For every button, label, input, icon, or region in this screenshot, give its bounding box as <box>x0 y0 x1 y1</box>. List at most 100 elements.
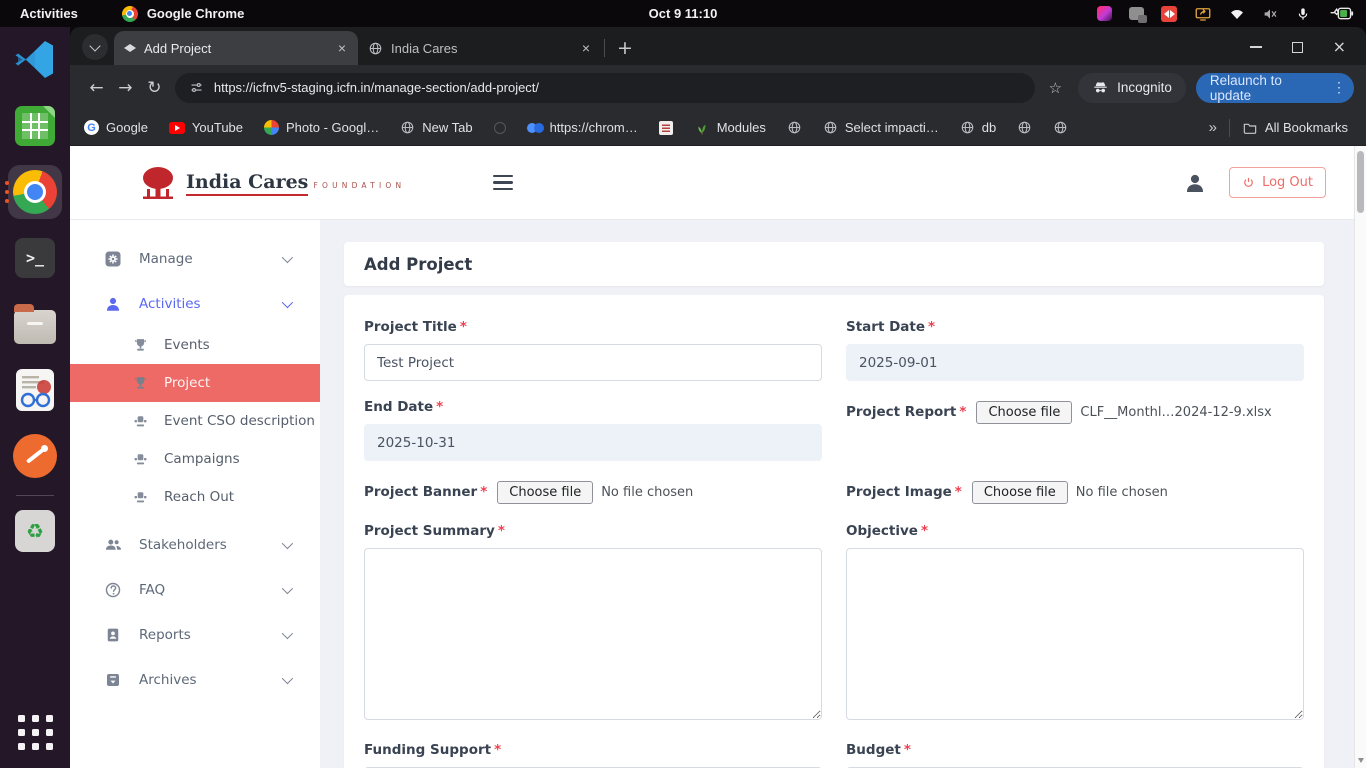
screen-share-icon[interactable] <box>1194 5 1212 23</box>
bookmark-star-icon[interactable]: ☆ <box>1049 79 1062 97</box>
project-banner-choose-file-button[interactable]: Choose file <box>497 481 593 504</box>
chevron-down-icon <box>282 582 293 593</box>
postman-icon <box>13 434 57 478</box>
logo-title: India Cares <box>186 171 308 196</box>
bookmark-select-impact[interactable]: Select impacti… <box>823 120 939 135</box>
project-title-label: Project Title* <box>364 319 822 335</box>
project-image-choose-file-button[interactable]: Choose file <box>972 481 1068 504</box>
restore-button[interactable] <box>1292 42 1303 53</box>
dock-files[interactable] <box>0 291 70 357</box>
system-tray <box>1097 5 1354 23</box>
bookmark-db[interactable]: db <box>960 120 996 135</box>
objective-textarea[interactable] <box>846 548 1304 720</box>
bookmark-modules[interactable]: Modules <box>694 120 766 136</box>
muted-speaker-icon[interactable] <box>1262 6 1278 22</box>
sidebar-item-reports[interactable]: Reports <box>70 612 320 657</box>
chevron-down-icon <box>89 40 100 51</box>
sidebar-item-activities[interactable]: Activities <box>70 281 320 326</box>
globe-icon <box>1053 120 1068 135</box>
focused-app-indicator[interactable]: Google Chrome <box>122 6 245 22</box>
objective-label: Objective* <box>846 523 1304 539</box>
end-date-input[interactable] <box>364 424 822 461</box>
relaunch-to-update-button[interactable]: Relaunch to update ⋮ <box>1196 73 1354 103</box>
files-icon <box>14 310 56 344</box>
sidebar-item-faq[interactable]: FAQ <box>70 567 320 612</box>
url-text: https://icfnv5-staging.icfn.in/manage-se… <box>214 80 539 95</box>
link-icon <box>527 123 543 133</box>
microphone-icon[interactable] <box>1295 6 1311 22</box>
logout-button[interactable]: Log Out <box>1229 167 1326 198</box>
clock[interactable]: Oct 9 11:10 <box>649 6 718 21</box>
reload-button[interactable]: ↻ <box>140 78 169 98</box>
remote-desktop-icon[interactable] <box>1161 6 1177 22</box>
chrome-icon <box>122 6 138 22</box>
bookmark-google[interactable]: GGoogle <box>84 120 148 135</box>
tab-search-button[interactable] <box>82 34 108 60</box>
tab-title: Add Project <box>144 41 326 56</box>
project-title-input[interactable] <box>364 344 822 381</box>
tab-add-project[interactable]: Add Project × <box>114 31 358 65</box>
new-tab-button[interactable]: + <box>617 39 633 58</box>
menu-dots-icon[interactable]: ⋮ <box>1332 79 1346 96</box>
dock-libreoffice-calc[interactable] <box>0 93 70 159</box>
dock-divider <box>16 495 54 496</box>
bookmark-new-tab[interactable]: New Tab <box>400 120 472 135</box>
sidebar-item-manage[interactable]: Manage <box>70 236 320 281</box>
scroll-down-arrow[interactable] <box>1358 758 1364 763</box>
bookmark-globe-2[interactable] <box>1017 120 1032 135</box>
sidebar-item-events[interactable]: Events <box>70 326 320 364</box>
address-bar[interactable]: https://icfnv5-staging.icfn.in/manage-se… <box>175 73 1035 103</box>
start-date-label: Start Date* <box>846 319 1304 335</box>
tab-india-cares[interactable]: India Cares × <box>358 31 602 65</box>
minimize-button[interactable] <box>1250 46 1262 48</box>
wifi-icon[interactable] <box>1229 6 1245 22</box>
bookmark-youtube[interactable]: YouTube <box>169 120 243 135</box>
dock-terminal[interactable]: >_ <box>0 225 70 291</box>
bookmarks-overflow-button[interactable]: » <box>1209 119 1217 136</box>
dock-document-viewer[interactable] <box>0 357 70 423</box>
sidebar-item-reach-out[interactable]: Reach Out <box>70 478 320 516</box>
bookmark-unnamed[interactable] <box>494 122 506 134</box>
running-indicator-dots <box>5 181 9 203</box>
project-report-choose-file-button[interactable]: Choose file <box>976 401 1072 424</box>
sidebar-item-campaigns[interactable]: Campaigns <box>70 440 320 478</box>
close-tab-icon[interactable]: × <box>334 40 350 56</box>
show-applications-button[interactable] <box>18 715 53 750</box>
activities-button[interactable]: Activities <box>20 6 78 21</box>
scrollbar-thumb[interactable] <box>1357 151 1364 213</box>
sidebar-item-project[interactable]: Project <box>70 364 320 402</box>
page-scrollbar[interactable] <box>1354 146 1366 768</box>
dock-chrome[interactable] <box>0 159 70 225</box>
person-icon <box>103 295 123 313</box>
back-button[interactable]: ← <box>82 78 111 98</box>
project-image-label: Project Image* <box>846 484 962 500</box>
dock-trash[interactable]: ♻ <box>0 502 70 560</box>
india-cares-logo[interactable]: India Cares FOUNDATION <box>138 165 405 201</box>
start-date-input[interactable] <box>846 344 1304 381</box>
chat-icon[interactable] <box>1129 7 1144 20</box>
sidebar-item-event-cso-description[interactable]: Event CSO description <box>70 402 320 440</box>
bookmark-globe-1[interactable] <box>787 120 802 135</box>
bookmark-chrome-link[interactable]: https://chrom… <box>527 120 638 135</box>
folder-icon <box>1242 120 1258 136</box>
project-summary-textarea[interactable] <box>364 548 822 720</box>
help-icon <box>103 581 123 599</box>
site-settings-icon[interactable] <box>189 80 204 95</box>
bookmark-bajaj[interactable] <box>659 121 673 135</box>
sidebar: Manage Activities Events <box>70 220 320 768</box>
user-profile-icon[interactable] <box>1183 171 1207 195</box>
dock-postman[interactable] <box>0 423 70 489</box>
close-tab-icon[interactable]: × <box>578 40 594 56</box>
dock-vscode[interactable] <box>0 27 70 93</box>
sidebar-item-archives[interactable]: Archives <box>70 657 320 702</box>
bookmarks-divider <box>1229 119 1230 137</box>
battery-icon[interactable] <box>1328 6 1354 21</box>
sidebar-item-stakeholders[interactable]: Stakeholders <box>70 522 320 567</box>
close-window-button[interactable]: × <box>1333 39 1346 55</box>
all-bookmarks-button[interactable]: All Bookmarks <box>1242 120 1348 136</box>
sidebar-toggle-hamburger[interactable] <box>493 175 513 191</box>
bookmark-photos[interactable]: Photo - Googl… <box>264 120 379 135</box>
forward-button[interactable]: → <box>111 78 140 98</box>
bookmark-globe-3[interactable] <box>1053 120 1068 135</box>
prism-app-icon[interactable] <box>1097 6 1112 21</box>
